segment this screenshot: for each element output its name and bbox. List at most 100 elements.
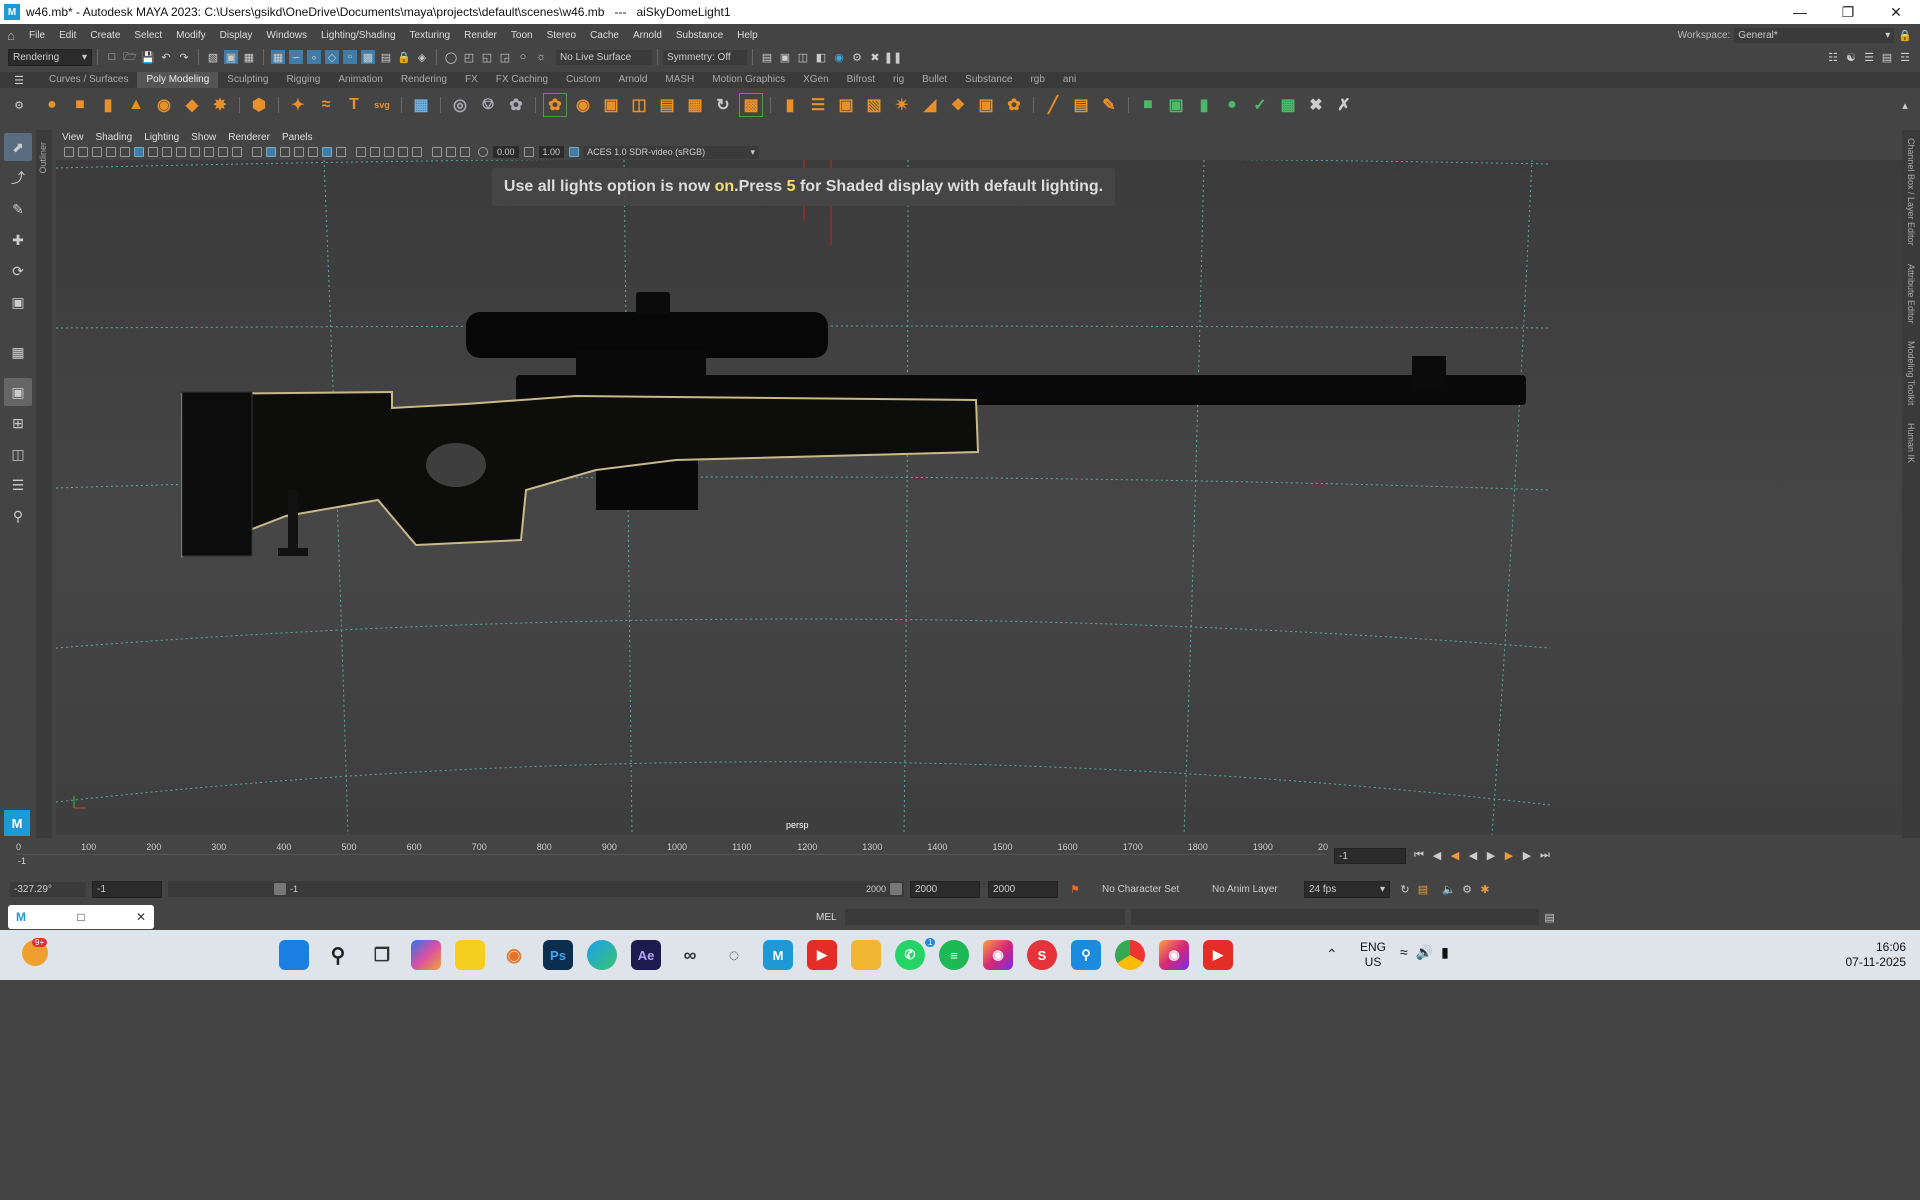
connect-icon[interactable]: ∞ bbox=[675, 940, 705, 970]
film-gate-icon[interactable] bbox=[162, 147, 172, 157]
shadows-icon[interactable] bbox=[336, 147, 346, 157]
pause-ipr-icon[interactable]: ❚❚ bbox=[884, 50, 902, 64]
menu-lighting-shading[interactable]: Lighting/Shading bbox=[314, 30, 403, 41]
poly-svg-icon[interactable]: svg bbox=[370, 93, 394, 117]
grease-pencil-icon[interactable] bbox=[120, 147, 130, 157]
snap-view-plane-icon[interactable]: ◇ bbox=[325, 50, 339, 64]
step-back-frame-icon[interactable]: ◀ bbox=[1448, 848, 1462, 862]
youtube-icon[interactable]: ▶ bbox=[807, 940, 837, 970]
auto-map-icon[interactable]: ✓ bbox=[1248, 93, 1272, 117]
photoshop-icon[interactable]: Ps bbox=[543, 940, 573, 970]
panel-menu-renderer[interactable]: Renderer bbox=[222, 132, 276, 143]
range-start-field[interactable]: -1 bbox=[92, 880, 162, 898]
default-material-icon[interactable] bbox=[280, 147, 290, 157]
after-effects-icon[interactable]: Ae bbox=[631, 940, 661, 970]
select-tool-icon[interactable]: ⬈ bbox=[4, 133, 32, 161]
play-backwards-icon[interactable]: ◀ bbox=[1466, 848, 1480, 862]
xray-icon[interactable] bbox=[432, 147, 442, 157]
open-scene-icon[interactable]: 🗁 bbox=[123, 50, 137, 64]
symmetry-dropdown[interactable]: Symmetry: Off bbox=[663, 49, 747, 65]
ipr-tuning-icon[interactable]: ⚙ bbox=[850, 50, 864, 64]
grid-icon[interactable] bbox=[148, 147, 158, 157]
shelf-tab-xgen[interactable]: XGen bbox=[794, 72, 838, 88]
gamma-field[interactable]: 1.00 bbox=[538, 146, 565, 158]
combine-icon[interactable]: ✿ bbox=[543, 93, 567, 117]
menu-windows[interactable]: Windows bbox=[259, 30, 314, 41]
type-tool-icon[interactable]: ▦ bbox=[409, 93, 433, 117]
shelf-tab-bifrost[interactable]: Bifrost bbox=[838, 72, 884, 88]
move-tool-icon[interactable]: ✚ bbox=[4, 226, 32, 254]
insert-edge-loop-icon[interactable]: ▤ bbox=[1069, 93, 1093, 117]
attribute-editor-tab[interactable]: Attribute Editor bbox=[1906, 264, 1916, 324]
super-shape-icon[interactable]: ✦ bbox=[286, 93, 310, 117]
gate-mask-icon[interactable] bbox=[190, 147, 200, 157]
snap-point-icon[interactable]: ∘ bbox=[307, 50, 321, 64]
stop-ipr-icon[interactable]: ✖ bbox=[868, 50, 882, 64]
motion-blur-icon[interactable] bbox=[370, 147, 380, 157]
poly-text-icon[interactable]: T bbox=[342, 93, 366, 117]
new-scene-icon[interactable]: □ bbox=[105, 50, 119, 64]
character-set-dropdown[interactable]: No Character Set bbox=[1098, 881, 1198, 897]
render-view-icon[interactable]: ☼ bbox=[534, 50, 548, 64]
channel-box-icon[interactable]: ☲ bbox=[1898, 50, 1912, 64]
go-to-end-icon[interactable]: ⏭ bbox=[1538, 848, 1552, 862]
arnold-render-view-icon[interactable]: ◉ bbox=[832, 50, 846, 64]
pin-icon[interactable]: ⚲ bbox=[1071, 940, 1101, 970]
close-icon[interactable]: ✕ bbox=[136, 910, 146, 924]
two-pane-layout-icon[interactable]: ◫ bbox=[4, 440, 32, 468]
restore-icon[interactable]: ❐ bbox=[1824, 0, 1872, 24]
modeling-toolkit-icon[interactable]: ☷ bbox=[1826, 50, 1840, 64]
menu-toon[interactable]: Toon bbox=[504, 30, 540, 41]
sticky-notes-icon[interactable] bbox=[455, 940, 485, 970]
menu-substance[interactable]: Substance bbox=[669, 30, 730, 41]
wireframe-on-shaded-icon[interactable] bbox=[294, 147, 304, 157]
panel-menu-panels[interactable]: Panels bbox=[276, 132, 319, 143]
bevel-edge-icon[interactable]: ▧ bbox=[862, 93, 886, 117]
menu-display[interactable]: Display bbox=[213, 30, 260, 41]
go-to-start-icon[interactable]: ⏮ bbox=[1412, 848, 1426, 862]
chevron-up-icon[interactable]: ⌃ bbox=[1326, 946, 1338, 963]
shelf-tab-ani[interactable]: ani bbox=[1054, 72, 1085, 88]
instagram-icon[interactable]: ◉ bbox=[983, 940, 1013, 970]
attribute-editor-icon[interactable]: ☰ bbox=[1862, 50, 1876, 64]
cylindrical-map-icon[interactable]: ▮ bbox=[1192, 93, 1216, 117]
youtube-icon[interactable]: ▶ bbox=[1203, 940, 1233, 970]
exposure-field[interactable]: 0.00 bbox=[493, 146, 519, 158]
mirror-icon[interactable]: ▤ bbox=[655, 93, 679, 117]
select-vertex-icon[interactable]: ◎ bbox=[448, 93, 472, 117]
save-scene-icon[interactable]: 💾 bbox=[141, 50, 155, 64]
uv-editor-icon[interactable]: ■ bbox=[1136, 93, 1160, 117]
camera-attributes-icon[interactable] bbox=[78, 147, 88, 157]
color-management-icon[interactable] bbox=[569, 147, 580, 157]
script-editor-icon[interactable]: ▤ bbox=[1543, 910, 1557, 924]
scale-tool-icon[interactable]: ▣ bbox=[4, 288, 32, 316]
cache-playback-icon[interactable]: ▤ bbox=[1416, 882, 1430, 896]
maya-home-icon[interactable]: M bbox=[4, 810, 30, 836]
light-editor-icon[interactable]: ○ bbox=[516, 50, 530, 64]
poly-disc-icon[interactable]: ✸ bbox=[208, 93, 232, 117]
last-tool-icon[interactable]: ▦ bbox=[4, 338, 32, 366]
bookmarks-icon[interactable] bbox=[92, 147, 102, 157]
hypershade-icon[interactable]: ◲ bbox=[498, 50, 512, 64]
retopo-icon[interactable]: ▩ bbox=[739, 93, 763, 117]
extrude-icon[interactable]: ▮ bbox=[778, 93, 802, 117]
range-handle-right[interactable] bbox=[890, 883, 902, 895]
menu-file[interactable]: File bbox=[22, 30, 52, 41]
safe-action-icon[interactable] bbox=[218, 147, 228, 157]
bevel-icon[interactable]: ▣ bbox=[834, 93, 858, 117]
play-forwards-icon[interactable]: ▶ bbox=[1484, 848, 1498, 862]
platonic-solid-icon[interactable]: ⬢ bbox=[247, 93, 271, 117]
command-language-label[interactable]: MEL bbox=[816, 912, 837, 923]
menu-create[interactable]: Create bbox=[83, 30, 127, 41]
poly-sphere-icon[interactable]: ● bbox=[40, 93, 64, 117]
range-end-field[interactable]: 2000 bbox=[910, 880, 980, 898]
remesh-icon[interactable]: ↻ bbox=[711, 93, 735, 117]
command-input[interactable] bbox=[844, 909, 1125, 925]
history-icon[interactable]: ▤ bbox=[379, 50, 393, 64]
quadrangulate-icon[interactable]: ✿ bbox=[1002, 93, 1026, 117]
current-frame-field[interactable]: -1 bbox=[1334, 848, 1406, 864]
range-handle-left[interactable] bbox=[274, 883, 286, 895]
home-icon[interactable]: ⌂ bbox=[0, 28, 22, 43]
xray-joints-icon[interactable] bbox=[446, 147, 456, 157]
redo-icon[interactable]: ↷ bbox=[177, 50, 191, 64]
